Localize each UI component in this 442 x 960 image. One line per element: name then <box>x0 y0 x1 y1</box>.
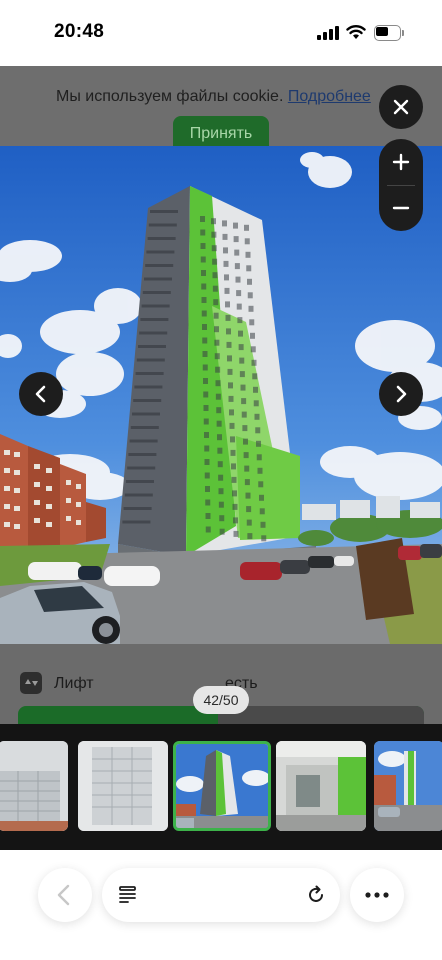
zoom-controls <box>379 139 423 231</box>
thumb-mailboxes-2[interactable] <box>78 741 168 831</box>
close-icon <box>393 99 409 115</box>
zoom-in-button[interactable] <box>379 139 423 185</box>
cellular-signal-icon <box>317 26 339 40</box>
thumb-street[interactable] <box>374 741 442 831</box>
zoom-out-button[interactable] <box>379 185 423 231</box>
chevron-right-icon <box>396 385 407 403</box>
minus-icon <box>392 206 410 210</box>
cookie-text: Мы используем файлы cookie. <box>56 88 284 105</box>
close-button[interactable] <box>379 85 423 129</box>
previous-photo-button[interactable] <box>19 372 63 416</box>
lift-label: Лифт <box>54 675 94 692</box>
photo-counter: 42/50 <box>193 686 249 714</box>
elevator-icon <box>20 672 42 694</box>
battery-icon <box>374 25 404 41</box>
more-options-button[interactable] <box>350 868 404 922</box>
browser-controls-pill <box>102 868 340 922</box>
main-photo[interactable] <box>0 146 442 644</box>
chevron-left-icon <box>35 385 46 403</box>
plus-icon <box>392 153 410 171</box>
status-time: 20:48 <box>54 21 105 42</box>
thumb-mailboxes-1[interactable] <box>0 741 68 831</box>
chevron-left-icon <box>57 884 70 906</box>
thumb-entrance[interactable] <box>276 741 366 831</box>
cookie-details-link[interactable]: Подробнее <box>288 88 371 105</box>
status-bar: 20:48 <box>0 0 442 66</box>
cookie-banner: Мы используем файлы cookie. Подробнее Пр… <box>0 66 442 148</box>
tabs-icon[interactable] <box>116 883 140 907</box>
cookie-accept-button[interactable]: Принять <box>173 116 269 148</box>
more-icon <box>365 892 389 898</box>
wifi-icon <box>346 25 366 39</box>
thumb-building[interactable] <box>173 741 271 831</box>
reload-icon[interactable] <box>304 883 328 907</box>
browser-back-button[interactable] <box>38 868 92 922</box>
next-photo-button[interactable] <box>379 372 423 416</box>
